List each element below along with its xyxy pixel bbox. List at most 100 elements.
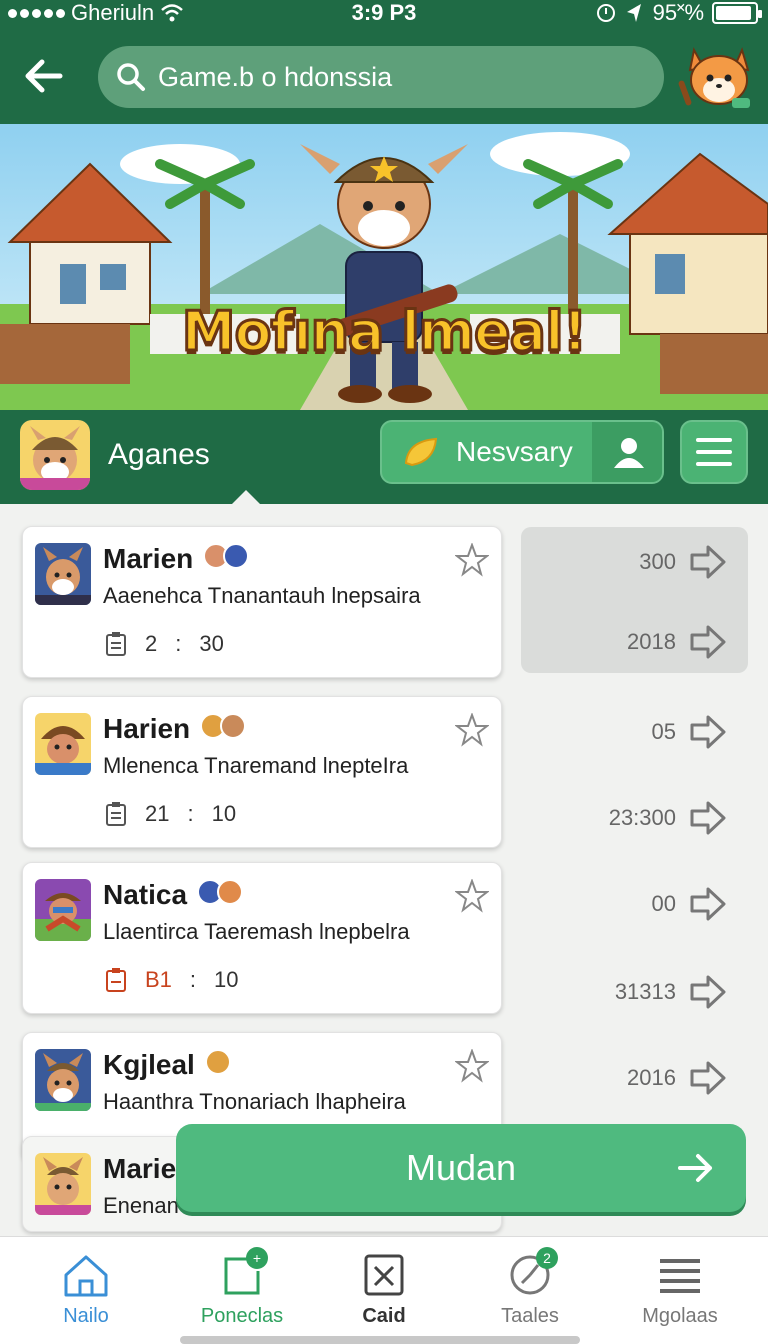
meta-separator: :: [187, 801, 194, 826]
profile-avatar[interactable]: [676, 40, 756, 112]
item-thumbnail: [35, 1153, 91, 1215]
search-input[interactable]: [158, 61, 638, 93]
item-meta-minutes: 10: [214, 967, 239, 992]
item-subtitle: Llaentirca Taeremash lnepbelra: [103, 919, 410, 944]
item-meta-minutes: 10: [211, 801, 237, 826]
item-badges: [197, 879, 243, 905]
item-subtitle: Aaenehca Tnanantauh lnepsaira: [103, 583, 421, 608]
side-value: 300: [639, 549, 676, 574]
menu-button[interactable]: [680, 420, 748, 484]
side-value-row[interactable]: 23:300: [609, 800, 728, 836]
character-thumb-icon: [35, 713, 91, 775]
arrow-left-icon: [25, 59, 63, 93]
share-arrow-icon: [690, 975, 726, 1009]
home-icon: [64, 1255, 108, 1297]
leaf-icon: [404, 437, 438, 467]
item-badges: [200, 713, 246, 739]
star-icon[interactable]: [455, 543, 489, 577]
side-value-row[interactable]: 00: [652, 886, 728, 922]
side-value-row[interactable]: 2018: [627, 624, 728, 660]
side-value: 05: [651, 719, 676, 744]
status-right: 95˟%: [595, 0, 762, 26]
menu-icon: [660, 1259, 700, 1293]
item-subtitle: Haanthra Tnonariach lhapheira: [103, 1089, 406, 1114]
side-value: 2016: [627, 1065, 676, 1090]
nav-label: Caid: [362, 1305, 406, 1327]
banner-title: Mofına lmeal!: [180, 299, 589, 365]
nav-icon-wrap: [324, 1251, 444, 1299]
share-arrow-icon: [690, 1061, 726, 1095]
item-meta: B1 : 10: [105, 967, 239, 993]
star-icon[interactable]: [455, 713, 489, 747]
list-item[interactable]: Harien Mlenenca Tnaremand lnepteIra 21 :…: [22, 696, 502, 848]
item-badges: [203, 543, 249, 569]
app-icon[interactable]: [20, 420, 90, 490]
battery-percent: 95˟%: [652, 0, 704, 25]
character-thumb-icon: [35, 1153, 91, 1215]
nav-item-more[interactable]: Mgolaas: [620, 1251, 740, 1328]
item-meta-hours: 21: [145, 801, 170, 826]
necessary-pill[interactable]: Nesvsary: [380, 420, 664, 484]
side-value-row[interactable]: 05: [652, 714, 728, 750]
share-arrow-icon: [690, 887, 726, 921]
share-arrow-icon: [690, 715, 726, 749]
necessary-button[interactable]: Nesvsary: [382, 422, 592, 482]
item-subtitle: Enenan: [103, 1193, 179, 1218]
nav-item-home[interactable]: Nailo: [26, 1251, 146, 1328]
battery-fill: [716, 6, 751, 20]
list-item[interactable]: Natica Llaentirca Taeremash lnepbelra B1…: [22, 862, 502, 1014]
bottom-navigation: Nailo + Poneclas Caid 2 Taales Mgolaas: [0, 1236, 768, 1344]
side-value-row[interactable]: 31313: [615, 974, 728, 1010]
nav-item-posts[interactable]: + Poneclas: [182, 1247, 302, 1328]
item-thumbnail: [35, 713, 91, 775]
badge-icon: [220, 713, 246, 739]
item-subtitle: Mlenenca Tnaremand lnepteIra: [103, 753, 409, 778]
card-icon: [364, 1254, 404, 1296]
item-title: Harien: [103, 713, 191, 744]
search-bar[interactable]: [98, 46, 664, 108]
status-bar: Gheriuln 3:9 P3 95˟%: [0, 0, 768, 28]
nav-label: Mgolaas: [642, 1305, 718, 1327]
item-meta-hours: 2: [145, 631, 158, 656]
side-value-row[interactable]: 2016: [627, 1060, 728, 1096]
share-arrow-icon: [690, 545, 726, 579]
app-name: Aganes: [108, 438, 210, 471]
star-icon[interactable]: [455, 879, 489, 913]
side-value: 00: [651, 891, 676, 916]
meta-separator: :: [175, 631, 182, 656]
battery-icon: [712, 2, 762, 24]
search-icon: [117, 63, 145, 91]
badge-icon: [223, 543, 249, 569]
item-title: Kgjleal: [103, 1049, 195, 1080]
cta-label: Mudan: [405, 1147, 517, 1188]
nav-label: Poneclas: [200, 1305, 284, 1327]
character-thumb-icon: [35, 543, 91, 605]
app-header: Aganes Nesvsary: [0, 410, 768, 504]
item-badges: [205, 1049, 231, 1075]
notification-badge: 2: [536, 1247, 558, 1269]
necessary-label: Nesvsary: [456, 436, 573, 467]
item-meta: 21 : 10: [105, 801, 236, 827]
share-arrow-icon: [690, 625, 726, 659]
item-title: Marie: [103, 1153, 177, 1184]
star-icon[interactable]: [455, 1049, 489, 1083]
side-value-row[interactable]: 300: [639, 544, 728, 580]
nav-item-tales[interactable]: 2 Taales: [470, 1247, 590, 1328]
nav-icon-wrap: +: [182, 1247, 302, 1299]
item-meta-hours: B1: [145, 967, 172, 992]
hero-banner[interactable]: Mofına lmeal!: [0, 124, 768, 410]
clipboard-icon: [106, 632, 126, 656]
badge-icon: [205, 1049, 231, 1075]
user-button[interactable]: [592, 422, 662, 482]
primary-cta-button[interactable]: Mudan: [176, 1124, 746, 1212]
nav-item-card[interactable]: Caid: [324, 1251, 444, 1328]
village-scene-illustration: [0, 124, 768, 410]
item-title: Marien: [103, 543, 194, 574]
item-thumbnail: [35, 543, 91, 605]
list-item[interactable]: Marien Aaenehca Tnanantauh lnepsaira 2 :…: [22, 526, 502, 678]
arrow-right-icon: [678, 1154, 712, 1182]
nav-icon-wrap: [26, 1251, 146, 1299]
back-button[interactable]: [18, 52, 70, 100]
nav-icon-wrap: [620, 1251, 740, 1299]
top-bar: Gheriuln 3:9 P3 95˟%: [0, 0, 768, 124]
